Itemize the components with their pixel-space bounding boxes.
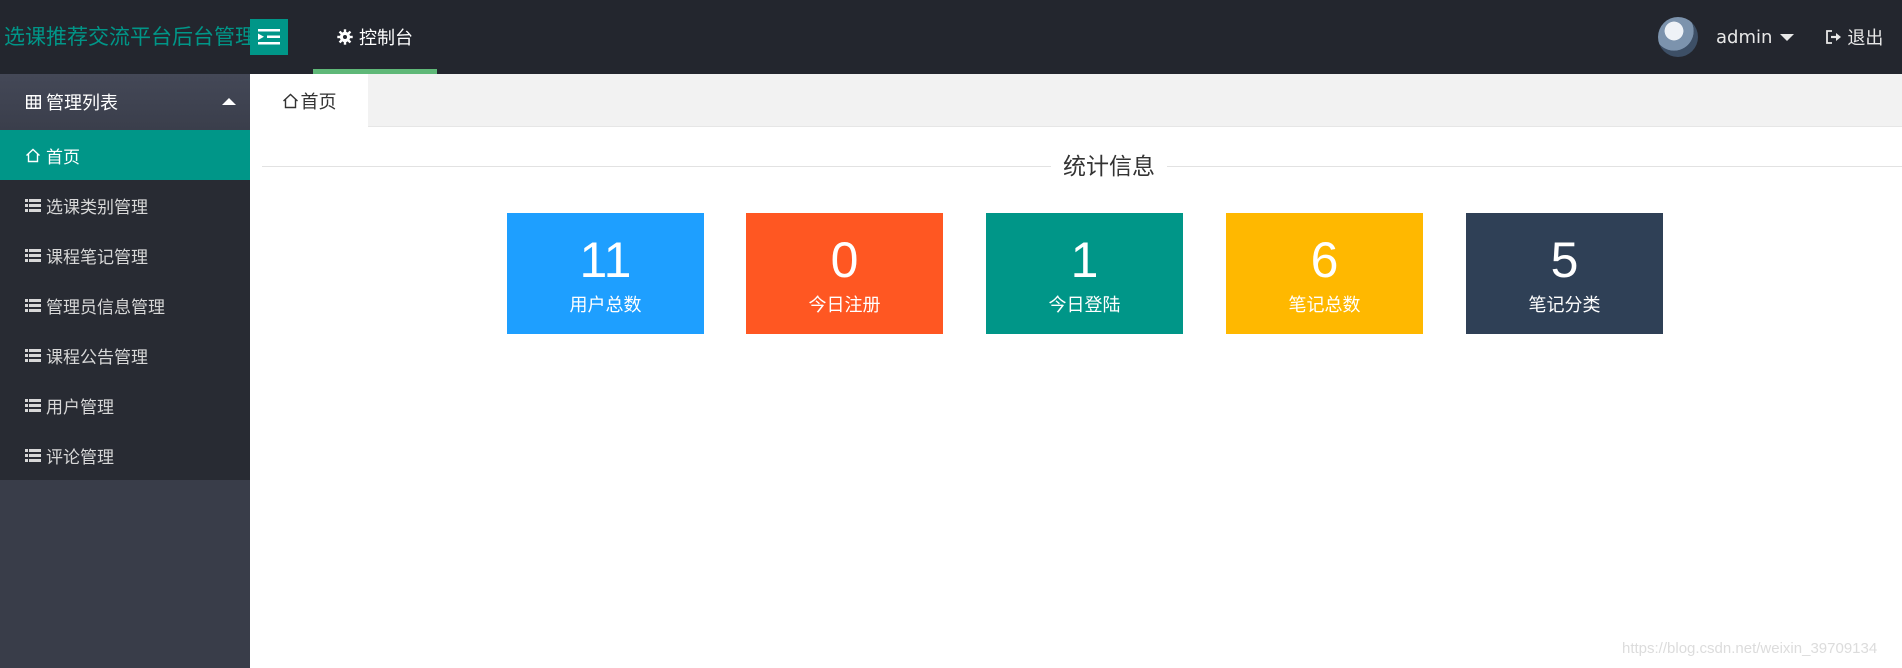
- top-header: 选课推荐交流平台后台管理 控制台 admin 退出: [0, 0, 1902, 74]
- stat-label: 今日注册: [808, 295, 881, 316]
- gear-icon: [337, 29, 353, 45]
- sidebar-item-comments[interactable]: 评论管理: [0, 430, 250, 480]
- avatar[interactable]: [1658, 17, 1698, 57]
- sidebar: 管理列表 首页 选课类别管理 课程笔记管理 管理员信息管理 课程公告管理 用户管…: [0, 74, 250, 668]
- stat-label: 笔记总数: [1288, 295, 1361, 316]
- nav-console[interactable]: 控制台: [313, 0, 437, 74]
- sidebar-toggle-button[interactable]: [250, 19, 288, 55]
- stat-card-today-login[interactable]: 1 今日登陆: [986, 213, 1183, 334]
- sign-out-icon: [1826, 30, 1842, 44]
- stats-cards: 11 用户总数 0 今日注册 1 今日登陆 6 笔记总数 5 笔记分类: [0, 213, 1902, 334]
- tab-home[interactable]: 首页: [250, 74, 368, 128]
- menu-fold-icon: [258, 29, 280, 45]
- sidebar-item-label: 首页: [46, 147, 80, 168]
- watermark: https://blog.csdn.net/weixin_39709134: [1622, 640, 1878, 657]
- stats-section-header: 统计信息: [262, 150, 1902, 184]
- stat-label: 用户总数: [569, 295, 642, 316]
- caret-down-icon[interactable]: [1780, 33, 1795, 41]
- list-icon: [24, 346, 42, 364]
- collapse-arrow-icon[interactable]: [222, 98, 236, 105]
- stat-label: 今日登陆: [1048, 295, 1121, 316]
- stat-value: 5: [1550, 232, 1579, 288]
- sidebar-group-label: 管理列表: [46, 93, 118, 114]
- stat-value: 11: [579, 232, 632, 288]
- stat-card-user-total[interactable]: 11 用户总数: [507, 213, 704, 334]
- stat-card-today-register[interactable]: 0 今日注册: [746, 213, 943, 334]
- stat-label: 笔记分类: [1528, 295, 1601, 316]
- user-area: admin 退出: [1658, 0, 1883, 74]
- username[interactable]: admin: [1716, 27, 1772, 48]
- sidebar-item-home[interactable]: 首页: [0, 130, 250, 180]
- logout-button[interactable]: 退出: [1826, 24, 1883, 50]
- list-icon: [24, 196, 42, 214]
- stat-card-note-category[interactable]: 5 笔记分类: [1466, 213, 1663, 334]
- brand-title[interactable]: 选课推荐交流平台后台管理: [4, 0, 256, 74]
- tab-bar: 首页: [250, 74, 1902, 128]
- sidebar-item-users[interactable]: 用户管理: [0, 380, 250, 430]
- tab-label: 首页: [300, 92, 337, 113]
- stat-card-note-total[interactable]: 6 笔记总数: [1226, 213, 1423, 334]
- home-icon: [24, 146, 42, 164]
- sidebar-item-label: 用户管理: [46, 397, 114, 418]
- sidebar-item-label: 评论管理: [46, 447, 114, 468]
- sidebar-item-label: 课程公告管理: [46, 347, 148, 368]
- sidebar-group-manage-list[interactable]: 管理列表: [0, 74, 250, 130]
- logout-label: 退出: [1847, 28, 1884, 49]
- list-icon: [24, 396, 42, 414]
- stat-value: 0: [830, 232, 859, 288]
- stat-value: 1: [1070, 232, 1099, 288]
- nav-console-label: 控制台: [359, 28, 413, 49]
- list-icon: [24, 446, 42, 464]
- stat-value: 6: [1310, 232, 1339, 288]
- sidebar-item-course-announcements[interactable]: 课程公告管理: [0, 330, 250, 380]
- table-icon: [24, 93, 42, 111]
- home-icon: [282, 93, 298, 109]
- stats-title: 统计信息: [1051, 150, 1167, 184]
